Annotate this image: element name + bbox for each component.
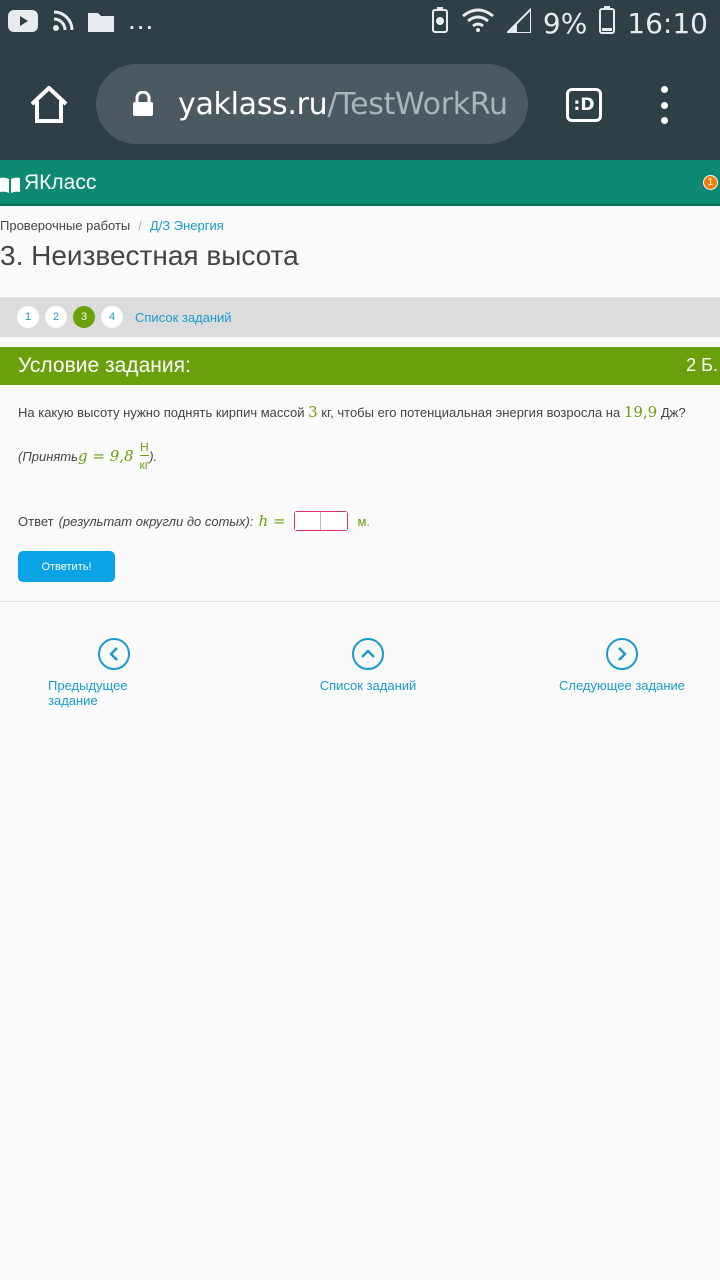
answer-decimal-input[interactable]: [321, 512, 348, 530]
notification-badge[interactable]: 1: [703, 175, 718, 190]
answer-integer-input[interactable]: [295, 512, 322, 530]
question-text: На какую высоту нужно поднять кирпич мас…: [18, 403, 686, 421]
energy-value: 19,9: [623, 403, 658, 421]
breadcrumb-homework[interactable]: Д/З Энергия: [150, 218, 224, 233]
lock-icon: [132, 90, 154, 117]
task-2-button[interactable]: 2: [45, 306, 67, 328]
chevron-right-icon: [606, 638, 638, 670]
status-bar: ... 9% 16:10: [0, 0, 720, 50]
condition-header: Условие задания: 2 Б.: [0, 347, 720, 385]
folder-icon: [88, 10, 114, 37]
page-title: 3. Неизвестная высота: [0, 240, 299, 271]
points-badge: 2 Б.: [686, 355, 718, 375]
wifi-icon: [461, 7, 495, 40]
answer-variable: h =: [258, 512, 286, 530]
more-notifications-indicator: ...: [128, 3, 155, 35]
task-navigation: 1 2 3 4 Список заданий: [0, 297, 720, 337]
logo-text: ЯКласс: [24, 171, 97, 194]
hint-text: (Принять g = 9,8 Н кг ).: [18, 440, 158, 472]
task-content: На какую высоту нужно поднять кирпич мас…: [18, 403, 708, 582]
chevron-up-icon: [352, 638, 384, 670]
task-4-button[interactable]: 4: [101, 306, 123, 328]
signal-icon: [504, 6, 532, 40]
task-list-label: Список заданий: [319, 678, 417, 693]
tab-switcher-button[interactable]: :D: [566, 88, 602, 122]
breadcrumb: Проверочные работы / Д/З Энергия: [0, 218, 224, 233]
g-unit-fraction: Н кг: [139, 440, 150, 472]
next-task-link[interactable]: Следующее задание: [558, 638, 686, 693]
mass-value: 3: [308, 403, 318, 421]
previous-task-label: Предыдущее задание: [48, 678, 128, 708]
battery-percent: 9%: [542, 7, 588, 40]
previous-task-link[interactable]: Предыдущее задание: [48, 638, 180, 708]
site-header: ЯКласс 1: [0, 160, 720, 206]
battery-saver-icon: [431, 6, 449, 41]
answer-row: Ответ (результат округли до сотых): h = …: [18, 511, 370, 531]
task-list-link[interactable]: Список заданий: [135, 310, 232, 325]
task-3-button[interactable]: 3: [73, 306, 95, 328]
answer-note: (результат округли до сотых):: [58, 513, 254, 529]
content-divider: [0, 601, 720, 602]
next-task-label: Следующее задание: [558, 678, 686, 693]
submit-answer-button[interactable]: Ответить!: [18, 551, 115, 582]
breadcrumb-tests[interactable]: Проверочные работы: [0, 218, 130, 233]
home-icon[interactable]: [28, 84, 70, 126]
youtube-icon: [8, 10, 38, 37]
clock: 16:10: [627, 7, 708, 40]
url-bar[interactable]: yaklass.ru/TestWorkRu: [96, 64, 528, 144]
answer-label: Ответ: [18, 513, 54, 529]
book-icon: [0, 175, 20, 193]
condition-title: Условие задания:: [18, 354, 191, 377]
g-formula: g = 9,8: [77, 447, 134, 465]
breadcrumb-separator: /: [138, 218, 142, 233]
chevron-left-icon: [98, 638, 130, 670]
browser-toolbar: yaklass.ru/TestWorkRu :D: [0, 50, 720, 160]
task-1-button[interactable]: 1: [17, 306, 39, 328]
url-text: yaklass.ru/TestWorkRu: [178, 86, 508, 122]
task-list-nav-link[interactable]: Список заданий: [318, 638, 418, 693]
rss-icon: [52, 10, 74, 37]
site-logo[interactable]: ЯКласс: [0, 171, 96, 195]
bottom-navigation: Предыдущее задание Список заданий Следую…: [0, 638, 720, 708]
battery-icon: [599, 6, 616, 41]
answer-input-group: [294, 511, 349, 531]
browser-menu-icon[interactable]: [656, 86, 672, 124]
answer-unit: м.: [357, 513, 370, 529]
